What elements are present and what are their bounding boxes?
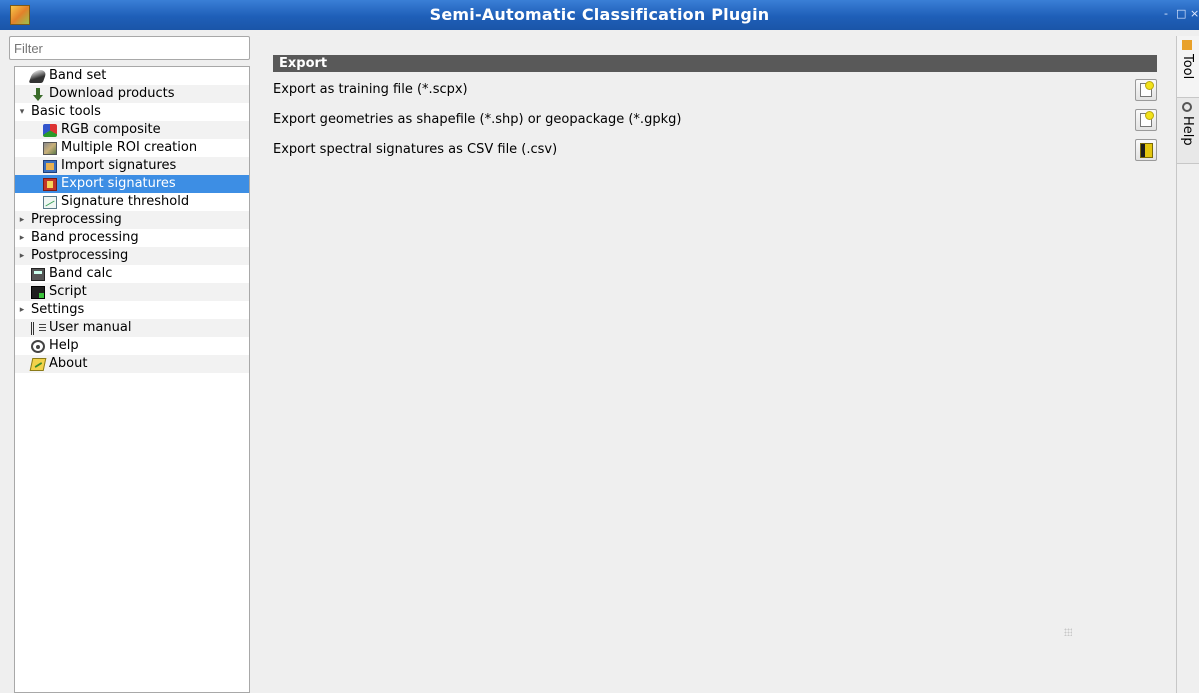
export-csv-button[interactable] (1135, 139, 1157, 161)
help-tab-icon (1182, 102, 1192, 112)
band-set-icon (28, 69, 48, 83)
tree-item-label: Settings (31, 302, 85, 317)
export-training-row: Export as training file (*.scpx) (273, 79, 1157, 101)
tree-item-download-products[interactable]: Download products (15, 85, 249, 103)
new-file-icon (1140, 81, 1154, 97)
tab-tool-label: Tool (1180, 54, 1195, 80)
tree-item-user-manual[interactable]: User manual (15, 319, 249, 337)
tool-tree: Band set Download products ▾ Basic tools… (14, 66, 250, 693)
tree-item-label: Download products (49, 86, 175, 101)
tree-item-label: Import signatures (61, 158, 177, 173)
multiple-roi-icon (43, 141, 57, 155)
export-geometries-button[interactable] (1135, 109, 1157, 131)
export-geometries-row: Export geometries as shapefile (*.shp) o… (273, 109, 1157, 131)
window-title: Semi-Automatic Classification Plugin (429, 5, 770, 24)
tab-help[interactable]: Help (1177, 98, 1199, 164)
right-dock-tabs: Tool Help (1176, 36, 1199, 693)
tree-item-label: Preprocessing (31, 212, 122, 227)
tree-item-label: Multiple ROI creation (61, 140, 198, 155)
tree-item-label: RGB composite (61, 122, 161, 137)
tree-item-label: Band processing (31, 230, 139, 245)
help-icon (31, 339, 45, 353)
tree-item-rgb-composite[interactable]: RGB composite (15, 121, 249, 139)
tree-item-import-signatures[interactable]: Import signatures (15, 157, 249, 175)
filter-input[interactable] (9, 36, 250, 60)
tool-tab-icon (1182, 40, 1192, 50)
tree-item-label: Signature threshold (61, 194, 190, 209)
tree-item-label: Script (49, 284, 87, 299)
tree-item-about[interactable]: About (15, 355, 249, 373)
export-geometries-label: Export geometries as shapefile (*.shp) o… (273, 112, 682, 127)
tree-item-settings[interactable]: ▸ Settings (15, 301, 249, 319)
open-file-icon (1140, 143, 1153, 158)
band-calc-icon (31, 267, 45, 281)
tree-item-band-calc[interactable]: Band calc (15, 265, 249, 283)
section-title: Export (273, 55, 1157, 72)
collapsed-arrow-icon[interactable]: ▸ (17, 211, 27, 229)
tree-item-script[interactable]: Script (15, 283, 249, 301)
tree-item-label: Export signatures (61, 176, 176, 191)
script-icon (31, 285, 45, 299)
collapsed-arrow-icon[interactable]: ▸ (17, 229, 27, 247)
left-panel: Band set Download products ▾ Basic tools… (9, 36, 250, 693)
main-panel: Export Export as training file (*.scpx) … (252, 36, 1169, 693)
new-file-icon (1140, 111, 1154, 127)
tree-item-band-processing[interactable]: ▸ Band processing (15, 229, 249, 247)
collapsed-arrow-icon[interactable]: ▸ (17, 247, 27, 265)
tree-item-export-signatures[interactable]: Export signatures (15, 175, 249, 193)
export-csv-label: Export spectral signatures as CSV file (… (273, 142, 558, 157)
tree-item-label: About (49, 356, 88, 371)
tree-item-multiple-roi-creation[interactable]: Multiple ROI creation (15, 139, 249, 157)
expanded-arrow-icon[interactable]: ▾ (17, 103, 27, 121)
tree-item-postprocessing[interactable]: ▸ Postprocessing (15, 247, 249, 265)
signature-threshold-icon (43, 195, 57, 209)
tree-item-help[interactable]: Help (15, 337, 249, 355)
tree-item-basic-tools[interactable]: ▾ Basic tools (15, 103, 249, 121)
tree-item-label: Band set (49, 68, 107, 83)
tree-item-label: User manual (49, 320, 132, 335)
about-icon (29, 357, 47, 371)
close-icon[interactable]: × (1190, 8, 1199, 20)
tab-tool[interactable]: Tool (1177, 36, 1199, 98)
window-titlebar[interactable]: Semi-Automatic Classification Plugin - □… (0, 0, 1199, 30)
tab-help-label: Help (1180, 116, 1195, 146)
tree-item-label: Basic tools (31, 104, 101, 119)
rgb-composite-icon (43, 123, 57, 137)
tree-item-label: Band calc (49, 266, 113, 281)
import-signatures-icon (43, 159, 57, 173)
download-icon (31, 87, 45, 101)
tree-item-signature-threshold[interactable]: Signature threshold (15, 193, 249, 211)
export-training-label: Export as training file (*.scpx) (273, 82, 468, 97)
export-csv-row: Export spectral signatures as CSV file (… (273, 139, 1157, 161)
export-signatures-icon (43, 177, 57, 191)
collapsed-arrow-icon[interactable]: ▸ (17, 301, 27, 319)
maximize-icon[interactable]: □ (1176, 8, 1186, 20)
export-training-button[interactable] (1135, 79, 1157, 101)
tree-item-preprocessing[interactable]: ▸ Preprocessing (15, 211, 249, 229)
minimize-icon[interactable]: - (1164, 8, 1168, 20)
user-manual-icon (31, 321, 46, 335)
tree-item-label: Postprocessing (31, 248, 129, 263)
tree-item-label: Help (49, 338, 79, 353)
tree-item-band-set[interactable]: Band set (15, 67, 249, 85)
resize-grip[interactable] (1064, 628, 1072, 636)
